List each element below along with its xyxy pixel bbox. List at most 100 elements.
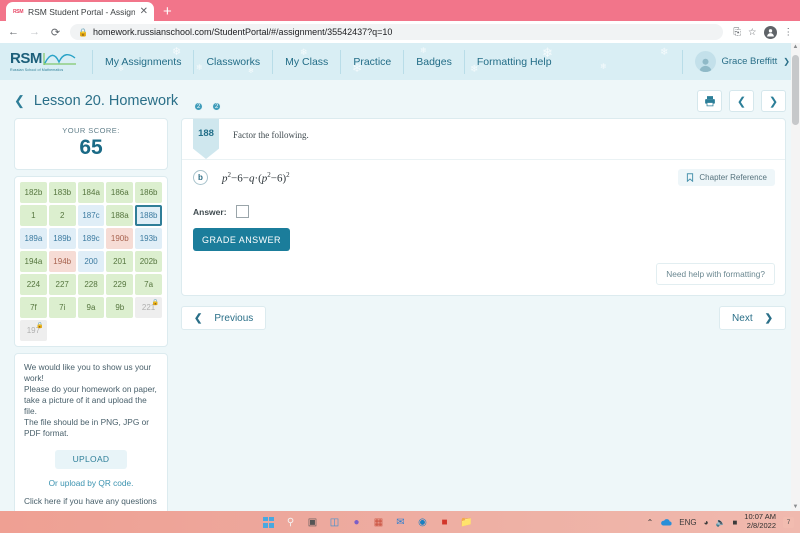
wifi-icon[interactable]: ◕ [704,518,709,527]
onedrive-icon[interactable] [660,518,672,527]
microsoft-store-icon[interactable]: ▦ [372,516,385,529]
reload-icon[interactable]: ⟳ [49,26,62,39]
page-scrollbar[interactable]: ▲ ▼ [791,43,800,511]
problem-grid-cell[interactable]: 194a [20,251,47,272]
clock[interactable]: 10:07 AM 2/8/2022 [744,513,776,530]
windows-taskbar: ⚲ ▣ ◫ ● ▦ ✉ ◉ ■ 📁 ⌃ ENG ◕ 🔈 ■ 10:07 AM 2… [0,511,800,533]
main-nav-links: My Assignments Classworks My Class Pract… [92,43,564,80]
chevron-right-icon: ❯ [764,312,773,324]
user-menu[interactable]: Grace Breffitt ❯ [681,49,800,74]
content-columns: YOUR SCORE: 65 182b 183b 184a 186a 186b 1 2 187… [0,118,800,511]
answer-input[interactable] [235,205,249,218]
profile-avatar-icon[interactable] [763,25,777,39]
file-explorer-icon[interactable]: 📁 [460,516,473,529]
edge-browser-icon[interactable]: ◉ [416,516,429,529]
problem-part-row: b p2−6−q·(p2−6)2 Chapter Reference [182,160,785,195]
notification-badge[interactable]: 7 [783,516,794,528]
problem-grid-cell[interactable]: 7i [48,297,76,318]
problem-grid-cell[interactable]: 9b [106,297,134,318]
nav-item-my-class[interactable]: My Class [272,49,340,74]
back-icon[interactable]: ← [7,26,20,38]
page-content: ❄ ❄ ❄ ❄ ❄ ❄ ❄ ❄ ❄ ❄ ❄ RSM Russian School… [0,43,800,511]
problem-grid-cell[interactable]: 183b [48,182,76,203]
nav-item-practice[interactable]: Practice [340,49,403,74]
problem-grid-cell[interactable]: 197 🔒 [20,320,47,341]
lesson-badges: 2 2 [185,93,222,111]
problem-grid-cell[interactable]: 187c [77,205,105,226]
comment-badge-icon[interactable]: 2 [185,93,204,111]
documents-badge-icon[interactable]: 2 [203,93,222,111]
problem-grid-cell[interactable]: 190b [106,228,134,249]
chevron-right-icon: ❯ [783,57,790,66]
nav-item-classworks[interactable]: Classworks [193,49,272,74]
problem-grid-cell[interactable]: 182b [20,182,47,203]
nav-item-my-assignments[interactable]: My Assignments [92,49,193,74]
problem-grid-cell[interactable]: 189c [77,228,105,249]
browser-tab[interactable]: RSM RSM Student Portal - Assignment ✕ [6,2,154,21]
problem-grid-cell[interactable]: 184a [77,182,105,203]
problem-grid-cell[interactable]: 1 [20,205,47,226]
battery-icon[interactable]: ■ [732,518,737,527]
problem-grid-cell[interactable]: 200 [77,251,105,272]
address-bar[interactable]: 🔒 homework.russianschool.com/StudentPort… [70,24,724,40]
user-name: Grace Breffitt [721,56,778,67]
nav-item-badges[interactable]: Badges [403,49,464,74]
problem-statement: Factor the following. [233,130,309,140]
problem-grid-cell[interactable]: 188a [106,205,134,226]
search-icon[interactable]: ⚲ [284,516,297,529]
back-chevron-icon[interactable]: ❮ [14,93,25,109]
task-view-icon[interactable]: ▣ [306,516,319,529]
problem-grid-cell[interactable]: 7a [135,274,162,295]
problem-grid-cell[interactable]: 7f [20,297,47,318]
grade-answer-button[interactable]: GRADE ANSWER [193,228,290,251]
print-icon[interactable] [697,90,722,112]
problem-grid-cell[interactable]: 229 [106,274,134,295]
main-content: 188 Factor the following. b p2−6−q·(p2−6… [181,118,786,330]
new-tab-button[interactable]: + [163,3,172,20]
show-hidden-icons[interactable]: ⌃ [647,518,654,527]
problem-grid-cell[interactable]: 227 [48,274,76,295]
problem-grid-cell[interactable]: 189a [20,228,47,249]
volume-mute-icon[interactable]: 🔈 [715,518,725,527]
app-icon[interactable]: ■ [438,516,451,529]
problem-grid-cell[interactable]: 193b [135,228,162,249]
problem-grid-cell[interactable]: 2 [48,205,76,226]
problem-grid-cell[interactable]: 186a [106,182,134,203]
start-button-icon[interactable] [262,516,275,529]
problem-grid-cell[interactable]: 9a [77,297,105,318]
browser-toolbar: ← → ⟳ 🔒 homework.russianschool.com/Stude… [0,21,800,43]
previous-button[interactable]: ❮ Previous [181,306,267,330]
mail-icon[interactable]: ✉ [394,516,407,529]
problem-grid-cell[interactable]: 188b [135,205,162,226]
next-problem-button[interactable]: ❯ [761,90,786,112]
answer-area: Answer: GRADE ANSWER [182,195,785,251]
need-help-formatting-button[interactable]: Need help with formatting? [656,263,775,285]
upload-button[interactable]: UPLOAD [55,449,127,469]
forward-icon[interactable]: → [28,26,41,38]
widgets-icon[interactable]: ◫ [328,516,341,529]
problem-grid-cell[interactable]: 224 [20,274,47,295]
share-icon[interactable]: ⎘ [733,27,741,38]
teams-chat-icon[interactable]: ● [350,516,363,529]
questions-link[interactable]: Click here if you have any questions [24,496,158,506]
browser-tab-strip: RSM RSM Student Portal - Assignment ✕ + [0,0,800,21]
browser-menu-icon[interactable]: ⋮ [784,27,794,38]
next-button[interactable]: Next ❯ [719,306,786,330]
problem-grid-cell[interactable]: 194b [48,251,76,272]
rsm-logo[interactable]: RSM Russian School of Mathematics [0,51,92,72]
qr-upload-link[interactable]: Or upload by QR code. [24,478,158,488]
bookmark-star-icon[interactable]: ☆ [748,27,757,38]
problem-grid-cell[interactable]: 186b [135,182,162,203]
problem-grid-cell[interactable]: 202b [135,251,162,272]
problem-grid-cell[interactable]: 201 [106,251,134,272]
close-icon[interactable]: ✕ [140,6,148,17]
previous-problem-button[interactable]: ❮ [729,90,754,112]
upload-instruction: We would like you to show us your work! [24,362,152,383]
language-indicator[interactable]: ENG [679,518,696,527]
problem-grid-cell[interactable]: 221 🔒 [135,297,162,318]
problem-grid-cell[interactable]: 189b [48,228,76,249]
nav-item-formatting-help[interactable]: Formatting Help [463,49,564,74]
chapter-reference-button[interactable]: Chapter Reference [678,169,775,186]
problem-grid-cell[interactable]: 228 [77,274,105,295]
scroll-down-icon[interactable]: ▼ [793,504,799,510]
